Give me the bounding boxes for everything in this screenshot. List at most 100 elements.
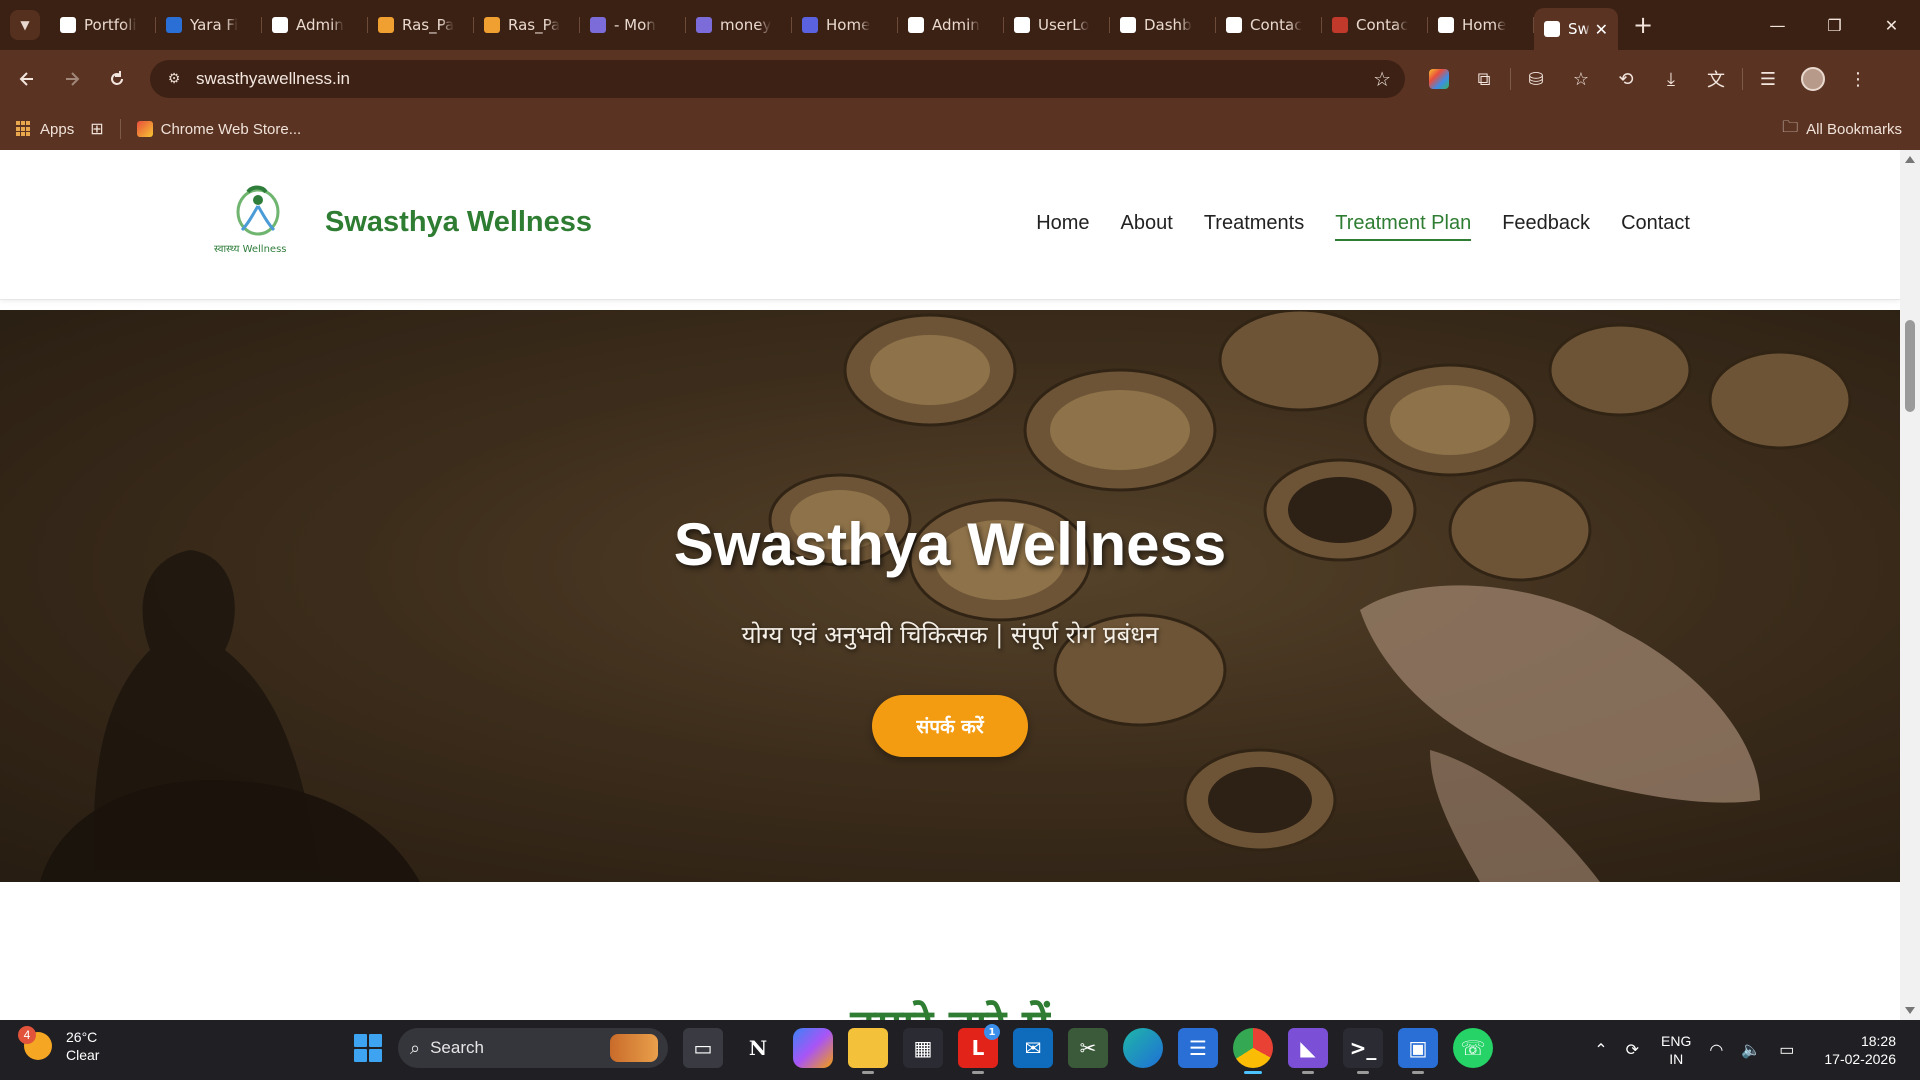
- edge-icon[interactable]: [1123, 1028, 1163, 1068]
- wifi-icon[interactable]: ◠: [1709, 1040, 1723, 1060]
- nav-treatments[interactable]: Treatments: [1204, 212, 1304, 241]
- volume-icon[interactable]: 🔈: [1741, 1040, 1761, 1060]
- language-line-2: IN: [1669, 1051, 1684, 1067]
- microsoft-store-icon[interactable]: ▦: [903, 1028, 943, 1068]
- tab-ras-pa-1[interactable]: Ras_Pa: [368, 7, 474, 43]
- reading-list-icon[interactable]: ☰: [1749, 60, 1787, 98]
- language-indicator[interactable]: ENG IN: [1661, 1032, 1691, 1068]
- back-button[interactable]: [9, 61, 45, 97]
- nav-contact[interactable]: Contact: [1621, 212, 1690, 241]
- page-favicon-icon: [1014, 17, 1030, 33]
- tab-ras-pa-2[interactable]: Ras_Pa: [474, 7, 580, 43]
- svg-text:स्वास्थ्य Wellness: स्वास्थ्य Wellness: [214, 244, 287, 255]
- page-favicon-icon: [1120, 17, 1136, 33]
- sync-icon[interactable]: ⟳: [1626, 1040, 1639, 1060]
- bookmark-star-icon[interactable]: ☆: [1373, 67, 1391, 91]
- nav-feedback[interactable]: Feedback: [1502, 212, 1590, 241]
- nav-treatment-plan[interactable]: Treatment Plan: [1335, 212, 1472, 241]
- tab-active-swasthya[interactable]: Sw ✕: [1534, 8, 1618, 50]
- history-icon[interactable]: ⟲: [1607, 60, 1645, 98]
- favorites-icon[interactable]: ☆: [1562, 60, 1600, 98]
- nav-about[interactable]: About: [1121, 212, 1173, 241]
- close-window-button[interactable]: ✕: [1863, 0, 1920, 50]
- site-info-icon[interactable]: ⚙: [162, 67, 186, 91]
- snipping-tool-icon[interactable]: ✂: [1068, 1028, 1108, 1068]
- new-tab-button[interactable]: +: [1628, 10, 1658, 40]
- scroll-up-arrow-icon[interactable]: [1905, 156, 1915, 163]
- money-favicon-icon: [696, 17, 712, 33]
- scroll-down-arrow-icon[interactable]: [1905, 1007, 1915, 1014]
- address-bar[interactable]: ⚙ swasthyawellness.in ☆: [150, 60, 1405, 98]
- bookmark-chrome-web-store[interactable]: Chrome Web Store...: [136, 121, 301, 138]
- battery-icon[interactable]: ▭: [1779, 1040, 1794, 1060]
- search-highlight-icon: [610, 1034, 658, 1062]
- yara-favicon-icon: [166, 17, 182, 33]
- swasthya-logo-icon[interactable]: स्वास्थ्य Wellness: [212, 182, 304, 258]
- download-icon[interactable]: ⤓: [1652, 60, 1690, 98]
- taskbar-search[interactable]: ⌕ Search: [398, 1028, 668, 1068]
- color-extension-icon[interactable]: [1420, 60, 1458, 98]
- remote-desktop-icon[interactable]: ▣: [1398, 1028, 1438, 1074]
- hero-overlay: [0, 310, 1900, 882]
- notepad-icon[interactable]: ☰: [1178, 1028, 1218, 1068]
- reload-button[interactable]: [99, 61, 135, 97]
- clock-time: 18:28: [1860, 1033, 1896, 1049]
- translate-icon[interactable]: 文: [1697, 60, 1735, 98]
- tab-admin-2[interactable]: Admin: [898, 7, 1004, 43]
- weather-widget[interactable]: 4 26°C Clear: [18, 1026, 99, 1064]
- all-bookmarks-button[interactable]: 🗀 All Bookmarks: [1782, 116, 1902, 143]
- tab-portfolio[interactable]: Portfoli: [50, 7, 156, 43]
- tab-home-1[interactable]: Home: [792, 7, 898, 43]
- bookmark-apps[interactable]: Apps: [16, 121, 74, 138]
- copilot-icon[interactable]: [793, 1028, 833, 1068]
- lenovo-icon[interactable]: L1: [958, 1024, 1000, 1074]
- url-text[interactable]: swasthyawellness.in: [196, 69, 350, 89]
- contact-cta-button[interactable]: संपर्क करें: [872, 695, 1028, 757]
- close-tab-icon[interactable]: ✕: [1595, 20, 1608, 39]
- menu-kebab-icon[interactable]: ⋮: [1839, 60, 1877, 98]
- tab-search-button[interactable]: ▼: [10, 10, 40, 40]
- file-explorer-icon[interactable]: [848, 1028, 888, 1074]
- visual-studio-icon[interactable]: ◣: [1288, 1028, 1328, 1074]
- tab-admin[interactable]: Admin: [262, 7, 368, 43]
- search-placeholder: Search: [430, 1038, 484, 1057]
- tab-home-2[interactable]: Home: [1428, 7, 1534, 43]
- minimize-button[interactable]: —: [1749, 0, 1806, 50]
- tab-mon[interactable]: - Mon: [580, 7, 686, 43]
- profile-avatar-icon[interactable]: [1794, 60, 1832, 98]
- ras-favicon-icon: [378, 17, 394, 33]
- tab-contac-2[interactable]: Contac: [1322, 7, 1428, 43]
- notion-icon[interactable]: N: [738, 1028, 778, 1068]
- bookmark-apps-label: Apps: [40, 120, 75, 138]
- page-scrollbar[interactable]: [1900, 150, 1920, 1020]
- brand-name[interactable]: Swasthya Wellness: [325, 206, 592, 239]
- home-favicon-icon: [802, 17, 818, 33]
- whatsapp-icon[interactable]: ☏: [1453, 1028, 1493, 1068]
- tab-contac-1[interactable]: Contac: [1216, 7, 1322, 43]
- tab-dashb[interactable]: Dashb: [1110, 7, 1216, 43]
- task-view-icon[interactable]: ▭: [683, 1028, 723, 1068]
- tab-money[interactable]: money: [686, 7, 792, 43]
- bookmarks-divider: [119, 119, 121, 139]
- incognito-icon[interactable]: ⛁: [1517, 60, 1555, 98]
- windows-start-icon[interactable]: [348, 1028, 388, 1068]
- tab-yara[interactable]: Yara Fi: [156, 7, 262, 43]
- tab-userlo[interactable]: UserLo: [1004, 7, 1110, 43]
- reload-icon: [111, 71, 123, 85]
- nav-home[interactable]: Home: [1036, 212, 1089, 241]
- extensions-puzzle-icon[interactable]: ⧉: [1465, 60, 1503, 98]
- chrome-icon[interactable]: [1233, 1028, 1273, 1074]
- tab-groups-button[interactable]: ⊞: [90, 119, 103, 139]
- terminal-icon[interactable]: >_: [1343, 1028, 1383, 1074]
- outlook-icon[interactable]: ✉: [1013, 1028, 1053, 1068]
- chevron-up-icon[interactable]: ⌃: [1594, 1040, 1607, 1060]
- weather-text: 26°C Clear: [66, 1028, 99, 1064]
- language-line-1: ENG: [1661, 1033, 1692, 1049]
- money-favicon-icon: [590, 17, 606, 33]
- bookmarks-bar: Apps ⊞ Chrome Web Store... 🗀 All Bookmar…: [0, 108, 1920, 150]
- scrollbar-thumb[interactable]: [1905, 320, 1915, 412]
- clock[interactable]: 18:28 17-02-2026: [1824, 1032, 1896, 1068]
- restore-button[interactable]: ❐: [1806, 0, 1863, 50]
- apps-grid-icon: [16, 121, 32, 137]
- forward-button[interactable]: [54, 61, 90, 97]
